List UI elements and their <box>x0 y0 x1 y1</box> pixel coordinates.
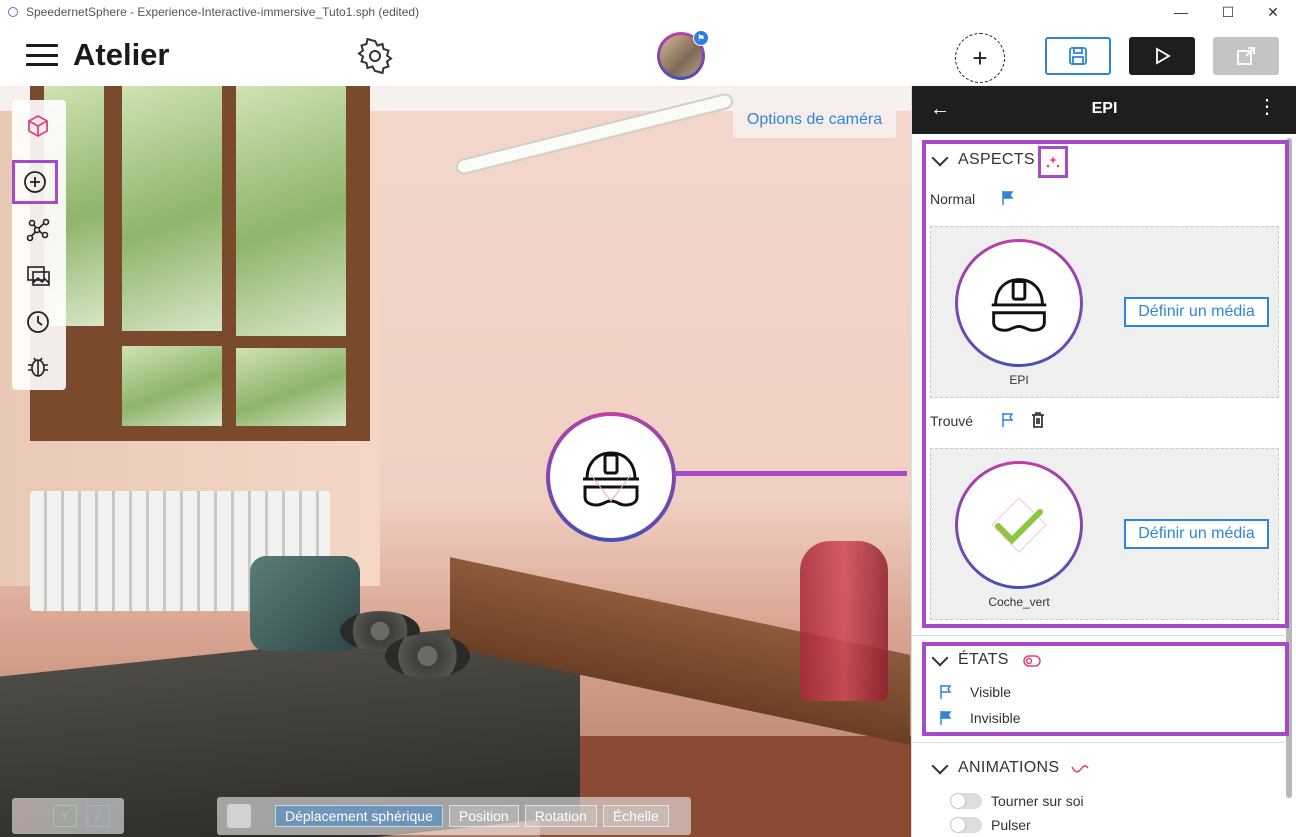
flag-outline-icon[interactable] <box>1000 412 1016 428</box>
scene-viewport[interactable]: Options de caméra X Y Z Déplacement sphé… <box>0 86 911 837</box>
aspect-label-found: Trouvé <box>930 413 974 429</box>
set-media-button[interactable]: Définir un média <box>1124 297 1269 327</box>
graph-icon[interactable] <box>18 210 58 250</box>
hotspot-connector <box>676 471 907 476</box>
mode-spherical[interactable]: Déplacement sphérique <box>275 805 443 827</box>
checkmark-icon <box>991 497 1047 553</box>
plus-circle-icon <box>24 171 46 193</box>
hotspot-epi[interactable] <box>546 412 676 542</box>
helmet-goggles-icon <box>991 278 1047 332</box>
camera-options-button[interactable]: Options de caméra <box>733 101 896 138</box>
aspects-title: ASPECTS <box>958 151 1035 168</box>
state-invisible[interactable]: Invisible <box>938 710 1021 726</box>
properties-panel: ← EPI ⋮ ASPECTS Normal EPI Définir un mé… <box>911 86 1296 837</box>
chevron-down-icon[interactable] <box>931 757 949 775</box>
cube-icon[interactable] <box>18 106 58 146</box>
set-media-button[interactable]: Définir un média <box>1124 519 1269 549</box>
scene-wheel <box>385 634 470 678</box>
sparkle-icon[interactable] <box>1038 146 1068 178</box>
media-preview[interactable] <box>955 461 1083 589</box>
maximize-button[interactable]: ☐ <box>1205 0 1251 24</box>
play-icon <box>1156 47 1171 65</box>
media-preview[interactable] <box>955 239 1083 367</box>
flag-filled-icon[interactable] <box>1000 190 1016 206</box>
external-link-icon <box>1237 47 1255 65</box>
mode-scale[interactable]: Échelle <box>602 805 669 827</box>
panel-header: ← EPI ⋮ <box>912 86 1296 134</box>
media-card-normal: EPI Définir un média <box>930 226 1279 398</box>
divider <box>912 742 1287 743</box>
state-label: Invisible <box>970 710 1021 726</box>
animation-label: Pulser <box>991 817 1031 833</box>
magnet-icon[interactable] <box>227 804 251 828</box>
scene-window <box>30 86 370 441</box>
panel-title: EPI <box>1091 100 1118 117</box>
axis-x-button[interactable]: X <box>20 805 44 827</box>
media-name: EPI <box>1009 373 1029 387</box>
hamburger-menu-icon[interactable] <box>26 44 58 66</box>
aspect-label-normal: Normal <box>930 191 976 207</box>
animation-curve-icon[interactable] <box>1068 758 1092 780</box>
media-gallery-icon[interactable] <box>18 256 58 296</box>
save-button[interactable] <box>1045 37 1111 75</box>
scene-extinguisher <box>800 541 888 701</box>
minimize-button[interactable]: — <box>1158 0 1204 24</box>
app-icon <box>8 7 18 17</box>
divider <box>912 635 1287 636</box>
media-name: Coche_vert <box>988 595 1050 609</box>
toggle-icon[interactable] <box>1020 650 1044 672</box>
state-label: Visible <box>970 684 1011 700</box>
save-icon <box>1069 47 1087 65</box>
play-button[interactable] <box>1129 37 1195 75</box>
left-toolbar <box>12 100 66 390</box>
trash-icon[interactable] <box>1031 412 1045 428</box>
more-options-icon[interactable]: ⋮ <box>1257 97 1277 117</box>
gear-icon[interactable] <box>357 37 393 75</box>
animations-title: ANIMATIONS <box>958 759 1060 776</box>
toggle-switch[interactable] <box>950 817 982 833</box>
flag-filled-icon <box>940 711 952 725</box>
axis-y-button[interactable]: Y <box>53 805 77 827</box>
add-scene-button[interactable]: + <box>955 33 1005 83</box>
flag-icon: ⚑ <box>693 30 709 46</box>
flag-outline-icon <box>940 685 952 699</box>
clock-icon[interactable] <box>18 302 58 342</box>
mode-position[interactable]: Position <box>448 805 519 827</box>
toggle-switch[interactable] <box>950 793 982 809</box>
scene-avatar[interactable]: ⚑ <box>657 30 709 80</box>
add-element-button[interactable] <box>12 160 58 204</box>
export-button[interactable] <box>1213 37 1279 75</box>
transform-mode-bar: Déplacement sphérique Position Rotation … <box>217 797 691 835</box>
bug-icon[interactable] <box>18 346 58 386</box>
helmet-goggles-icon <box>583 451 639 507</box>
axis-z-button[interactable]: Z <box>86 805 110 827</box>
window-titlebar: SpeedernetSphere - Experience-Interactiv… <box>0 0 1296 24</box>
state-visible[interactable]: Visible <box>938 684 1011 700</box>
animation-label: Tourner sur soi <box>991 793 1084 809</box>
states-title: ÉTATS <box>958 651 1009 668</box>
media-card-found: Coche_vert Définir un média <box>930 448 1279 620</box>
window-title: SpeedernetSphere - Experience-Interactiv… <box>26 5 420 19</box>
close-button[interactable]: ✕ <box>1250 0 1296 24</box>
page-title: Atelier <box>73 37 170 72</box>
top-bar: Atelier ⚑ + <box>0 24 1296 86</box>
axis-selector: X Y Z <box>12 798 124 834</box>
mode-rotation[interactable]: Rotation <box>524 805 597 827</box>
